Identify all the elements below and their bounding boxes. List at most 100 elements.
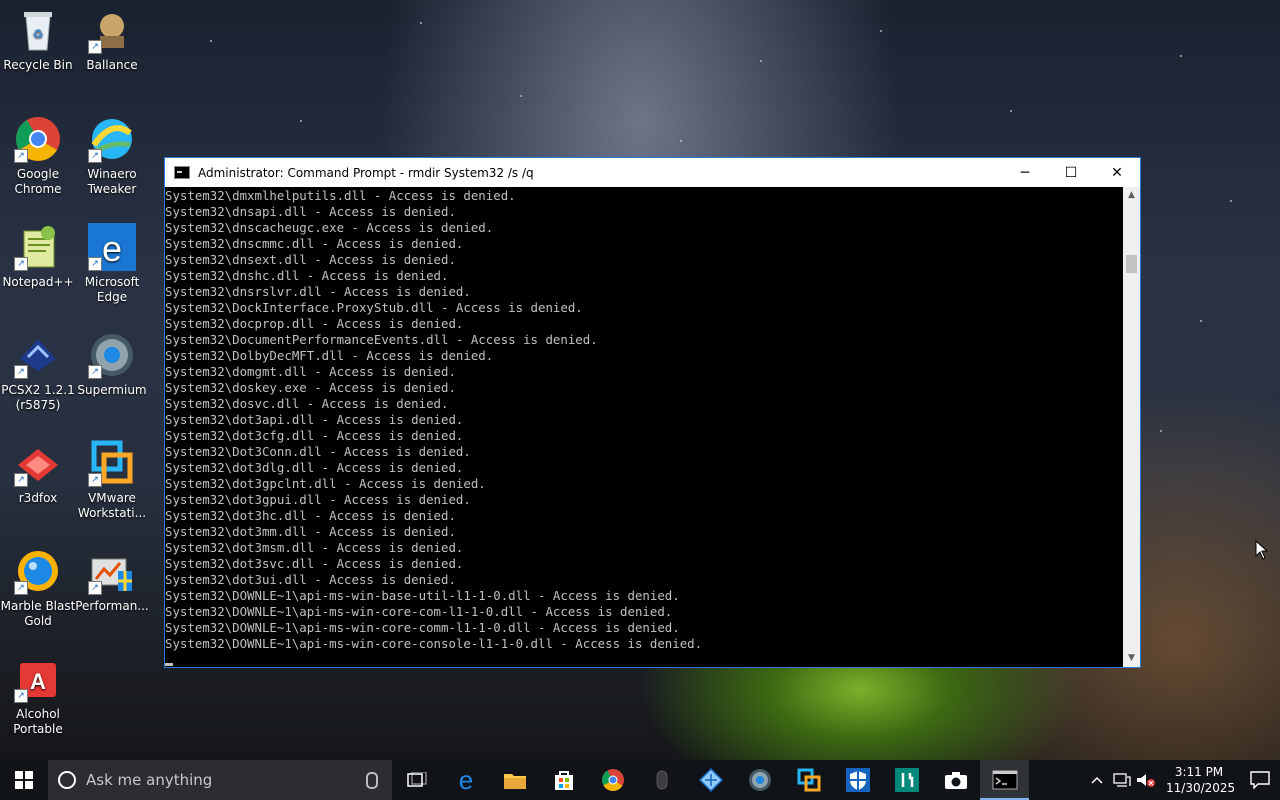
tray-overflow-button[interactable] [1084, 760, 1110, 800]
search-box[interactable]: Ask me anything [48, 760, 392, 800]
svg-text:A: A [30, 669, 46, 694]
network-icon [1113, 773, 1131, 787]
start-button[interactable] [0, 760, 48, 800]
cmd-icon [174, 166, 190, 179]
taskbar-camera[interactable] [931, 760, 980, 800]
taskbar-chrome[interactable] [588, 760, 637, 800]
chevron-up-icon [1091, 776, 1103, 784]
console-line: System32\dot3gpclnt.dll - Access is deni… [165, 476, 486, 491]
camera-icon [944, 772, 967, 789]
taskbar-supermium[interactable] [735, 760, 784, 800]
clock-time: 3:11 PM [1174, 765, 1224, 779]
svg-text:e: e [458, 768, 472, 792]
action-center-button[interactable] [1240, 760, 1280, 800]
scroll-down-icon[interactable]: ▼ [1123, 650, 1140, 667]
desktop-icon-performance[interactable]: ↗ Performan... [74, 547, 150, 614]
shield-icon [845, 768, 870, 792]
console-line: System32\dmxmlhelputils.dll - Access is … [165, 188, 516, 203]
console-line: System32\dnshc.dll - Access is denied. [165, 268, 449, 283]
taskbar-edge[interactable]: e [441, 760, 490, 800]
console-line: System32\Dot3Conn.dll - Access is denied… [165, 444, 471, 459]
close-button[interactable]: ✕ [1094, 158, 1140, 187]
desktop-icon-ballance[interactable]: ↗ Ballance [74, 6, 150, 73]
tray-network[interactable] [1110, 760, 1134, 800]
mouse-pointer-icon [1255, 539, 1269, 564]
console-line: System32\DOWNLE~1\api-ms-win-core-comm-l… [165, 620, 680, 635]
pcsx2-icon: ↗ [14, 331, 62, 379]
console-line: System32\dot3mm.dll - Access is denied. [165, 524, 456, 539]
store-icon [554, 771, 573, 790]
notification-icon [1250, 771, 1270, 789]
window-titlebar[interactable]: Administrator: Command Prompt - rmdir Sy… [165, 158, 1140, 187]
edge-icon: e [458, 768, 472, 792]
console-line: System32\DocumentPerformanceEvents.dll -… [165, 332, 598, 347]
svg-text:♻: ♻ [33, 27, 44, 41]
desktop-icon-vmware[interactable]: ↗ VMware Workstati... [74, 439, 150, 521]
console-line: System32\dot3cfg.dll - Access is denied. [165, 428, 464, 443]
scroll-up-icon[interactable]: ▲ [1123, 187, 1140, 204]
cortana-icon [58, 771, 76, 789]
console-line: System32\dot3dlg.dll - Access is denied. [165, 460, 464, 475]
shortcut-arrow-icon: ↗ [88, 40, 102, 54]
vertical-scrollbar[interactable]: ▲ ▼ [1123, 187, 1140, 667]
task-view-icon [406, 772, 427, 787]
shortcut-arrow-icon: ↗ [14, 689, 28, 703]
console-line: System32\dot3ui.dll - Access is denied. [165, 572, 456, 587]
desktop-icon-supermium[interactable]: ↗ Supermium [74, 331, 150, 398]
r3dfox-icon: ↗ [14, 439, 62, 487]
taskbar-task-view[interactable] [392, 760, 441, 800]
console-line: System32\dnsapi.dll - Access is denied. [165, 204, 456, 219]
minimize-button[interactable]: ─ [1002, 158, 1048, 187]
console-line: System32\dot3gpui.dll - Access is denied… [165, 492, 471, 507]
desktop-icon-pcsx2[interactable]: ↗ PCSX2 1.2.1 (r5875) [0, 331, 76, 413]
desktop-icon-edge[interactable]: e ↗ Microsoft Edge [74, 223, 150, 305]
desktop-icon-notepad-plus-plus[interactable]: ↗ Notepad++ [0, 223, 76, 290]
desktop-icon-marble-blast[interactable]: ↗ Marble Blast Gold [0, 547, 76, 629]
edge-icon: e ↗ [88, 223, 136, 271]
tool-icon [894, 768, 919, 792]
taskbar: Ask me anything e 3:11 PM 11/30/2025 [0, 760, 1280, 800]
tray-volume[interactable] [1134, 760, 1158, 800]
desktop-icon-chrome[interactable]: ↗ Google Chrome [0, 115, 76, 197]
taskbar-vmware[interactable] [784, 760, 833, 800]
console-output[interactable]: System32\dmxmlhelputils.dll - Access is … [165, 187, 1123, 667]
shortcut-arrow-icon: ↗ [14, 581, 28, 595]
winaero-tweaker-icon: ↗ [88, 115, 136, 163]
console-line: System32\dnscmmc.dll - Access is denied. [165, 236, 464, 251]
taskbar-network-app[interactable] [686, 760, 735, 800]
recycle-bin-icon: ♻ [14, 6, 62, 54]
cmd-icon [992, 770, 1017, 790]
microphone-icon[interactable] [366, 772, 378, 789]
console-line: System32\dnsrslvr.dll - Access is denied… [165, 284, 471, 299]
console-line: System32\DockInterface.ProxyStub.dll - A… [165, 300, 583, 315]
console-line: System32\domgmt.dll - Access is denied. [165, 364, 456, 379]
chrome-icon: ↗ [14, 115, 62, 163]
taskbar-command-prompt[interactable] [980, 760, 1029, 800]
command-prompt-window[interactable]: Administrator: Command Prompt - rmdir Sy… [164, 157, 1141, 668]
taskbar-tool-app[interactable] [882, 760, 931, 800]
folder-icon [503, 774, 526, 789]
maximize-button[interactable]: ☐ [1048, 158, 1094, 187]
taskbar-store[interactable] [539, 760, 588, 800]
console-line: System32\dot3api.dll - Access is denied. [165, 412, 464, 427]
mouse-icon [656, 770, 667, 790]
taskbar-file-explorer[interactable] [490, 760, 539, 800]
console-line: System32\dnscacheugc.exe - Access is den… [165, 220, 494, 235]
console-lines: System32\dmxmlhelputils.dll - Access is … [165, 188, 1123, 652]
console-line: System32\dot3hc.dll - Access is denied. [165, 508, 456, 523]
taskbar-defender[interactable] [833, 760, 882, 800]
desktop-icon-r3dfox[interactable]: ↗ r3dfox [0, 439, 76, 506]
console-line: System32\dnsext.dll - Access is denied. [165, 252, 456, 267]
scrollbar-thumb[interactable] [1126, 255, 1137, 273]
chrome-icon [601, 769, 624, 791]
console-line: System32\docprop.dll - Access is denied. [165, 316, 464, 331]
taskbar-clock[interactable]: 3:11 PM 11/30/2025 [1166, 764, 1235, 796]
desktop-icon-recycle-bin[interactable]: ♻ Recycle Bin [0, 6, 76, 73]
shortcut-arrow-icon: ↗ [88, 149, 102, 163]
console-line: System32\doskey.exe - Access is denied. [165, 380, 456, 395]
desktop-icon-alcohol[interactable]: A ↗ Alcohol Portable [0, 655, 76, 737]
taskbar-mouse[interactable] [637, 760, 686, 800]
shortcut-arrow-icon: ↗ [88, 365, 102, 379]
diamond-icon [698, 767, 723, 793]
desktop-icon-winaero-tweaker[interactable]: ↗ Winaero Tweaker [74, 115, 150, 197]
